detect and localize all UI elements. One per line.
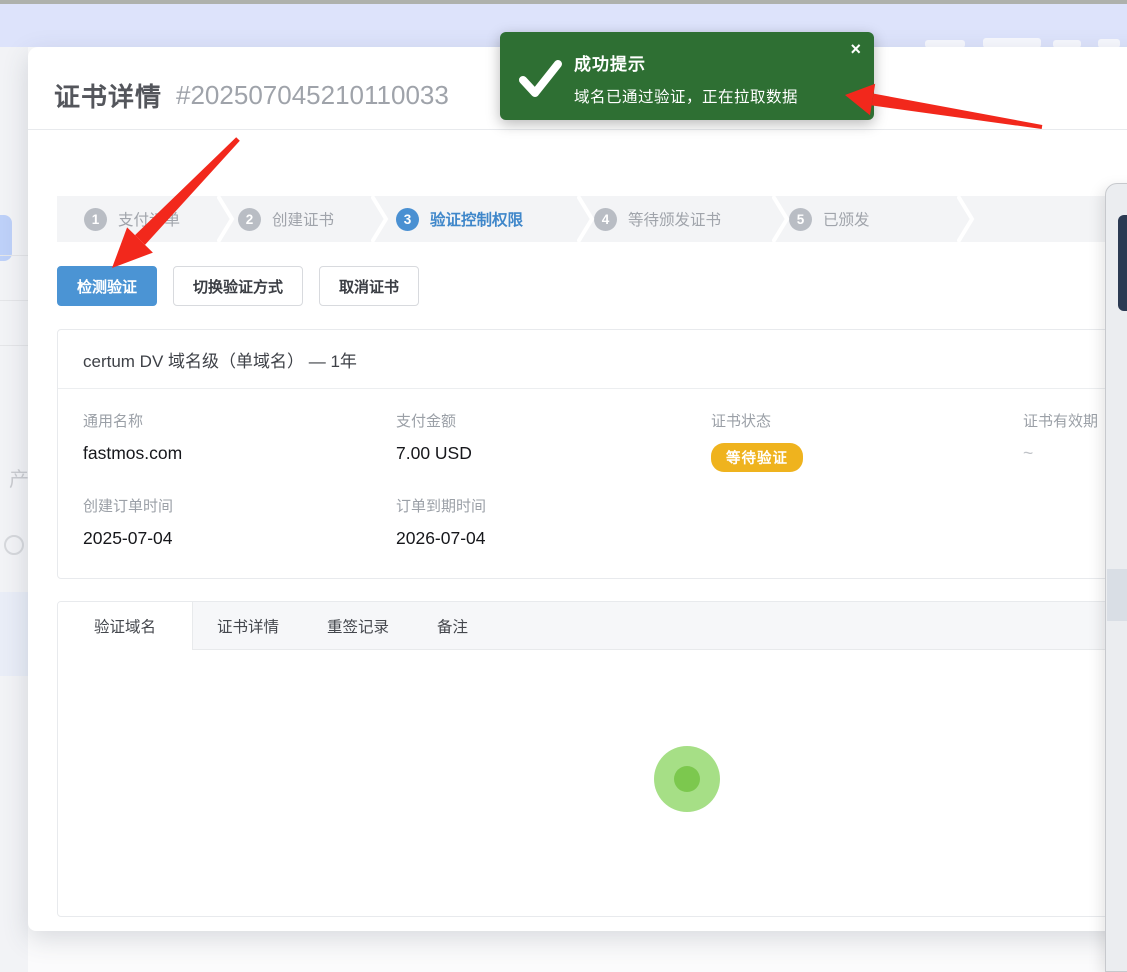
modal-body: 1 支付订单 2 创建证书 3 验证控制权限 4 等待颁发证书 5 已颁发 xyxy=(28,196,1127,917)
step-label: 验证控制权限 xyxy=(430,208,523,230)
success-toast: 成功提示 域名已通过验证，正在拉取数据 × xyxy=(500,32,874,120)
tab-remarks[interactable]: 备注 xyxy=(413,602,492,649)
step-pay-order: 1 支付订单 xyxy=(84,196,180,242)
field-expire-time: 订单到期时间 2026-07-04 xyxy=(396,495,711,549)
step-label: 支付订单 xyxy=(118,208,180,230)
step-label: 等待颁发证书 xyxy=(628,208,721,230)
field-value: 2026-07-04 xyxy=(396,528,711,549)
progress-stepper: 1 支付订单 2 创建证书 3 验证控制权限 4 等待颁发证书 5 已颁发 xyxy=(57,196,1127,242)
tab-verify-domain[interactable]: 验证域名 xyxy=(58,602,193,650)
tab-content-area xyxy=(58,650,1127,917)
field-label: 创建订单时间 xyxy=(83,495,396,516)
toast-close-icon[interactable]: × xyxy=(850,40,861,58)
toast-message: 域名已通过验证，正在拉取数据 xyxy=(574,85,798,107)
background-divider xyxy=(0,345,28,346)
modal-title: 证书详情 xyxy=(54,77,162,114)
side-panel-dark-button[interactable] xyxy=(1118,215,1127,311)
field-label: 订单到期时间 xyxy=(396,495,711,516)
tab-certificate-details[interactable]: 证书详情 xyxy=(193,602,303,649)
chevron-separator-icon xyxy=(957,196,975,242)
step-create-cert: 2 创建证书 xyxy=(238,196,334,242)
chevron-separator-icon xyxy=(371,196,389,242)
background-divider xyxy=(0,300,28,301)
field-created-time: 创建订单时间 2025-07-04 xyxy=(83,495,396,549)
loading-spinner xyxy=(654,746,720,812)
step-number: 3 xyxy=(396,208,419,231)
side-panel-selected-item[interactable] xyxy=(1107,569,1127,621)
background-page-strip: 产 xyxy=(0,47,28,972)
detail-tabs-card: 验证域名 证书详情 重签记录 备注 xyxy=(57,601,1127,917)
field-value: 2025-07-04 xyxy=(83,528,396,549)
step-issued: 5 已颁发 xyxy=(789,196,870,242)
field-label: 证书状态 xyxy=(711,410,1023,431)
background-clipped-glyph: 产 xyxy=(9,463,29,492)
step-number: 4 xyxy=(594,208,617,231)
side-overlay-panel xyxy=(1105,183,1127,972)
step-verify-control: 3 验证控制权限 xyxy=(396,196,523,242)
order-number: #202507045210110033 xyxy=(176,80,449,111)
certificate-details-modal: 证书详情 #202507045210110033 1 支付订单 2 创建证书 3… xyxy=(28,47,1127,931)
cancel-certificate-button[interactable]: 取消证书 xyxy=(319,266,419,306)
field-value: 7.00 USD xyxy=(396,443,711,464)
background-search-icon xyxy=(4,535,24,555)
step-number: 2 xyxy=(238,208,261,231)
check-icon xyxy=(512,50,564,102)
status-badge: 等待验证 xyxy=(711,443,803,472)
field-value: fastmos.com xyxy=(83,443,396,464)
certificate-fields: 通用名称 fastmos.com 支付金额 7.00 USD 证书状态 等待验证… xyxy=(58,389,1127,578)
field-amount: 支付金额 7.00 USD xyxy=(396,410,711,472)
field-label: 支付金额 xyxy=(396,410,711,431)
step-await-issue: 4 等待颁发证书 xyxy=(594,196,721,242)
field-label: 通用名称 xyxy=(83,410,396,431)
background-tint-block xyxy=(0,592,28,676)
step-number: 1 xyxy=(84,208,107,231)
field-common-name: 通用名称 fastmos.com xyxy=(83,410,396,472)
check-verification-button[interactable]: 检测验证 xyxy=(57,266,157,306)
screen: 产 证书详情 #202507045210110033 1 支付订单 2 创建证书… xyxy=(0,0,1127,972)
action-button-row: 检测验证 切换验证方式 取消证书 xyxy=(57,266,1127,306)
chevron-separator-icon xyxy=(217,196,235,242)
step-label: 创建证书 xyxy=(272,208,334,230)
step-label: 已颁发 xyxy=(823,208,870,230)
step-number: 5 xyxy=(789,208,812,231)
chevron-separator-icon xyxy=(577,196,595,242)
tab-strip: 验证域名 证书详情 重签记录 备注 xyxy=(58,602,1127,650)
switch-verification-method-button[interactable]: 切换验证方式 xyxy=(173,266,303,306)
background-divider xyxy=(0,255,28,256)
chevron-separator-icon xyxy=(772,196,790,242)
tab-reissue-records[interactable]: 重签记录 xyxy=(303,602,413,649)
loading-spinner-core xyxy=(674,766,700,792)
field-status: 证书状态 等待验证 xyxy=(711,410,1023,472)
toast-title: 成功提示 xyxy=(574,50,646,75)
certificate-info-card: certum DV 域名级（单域名） — 1年 通用名称 fastmos.com… xyxy=(57,329,1127,579)
product-title: certum DV 域名级（单域名） — 1年 xyxy=(58,330,1127,389)
